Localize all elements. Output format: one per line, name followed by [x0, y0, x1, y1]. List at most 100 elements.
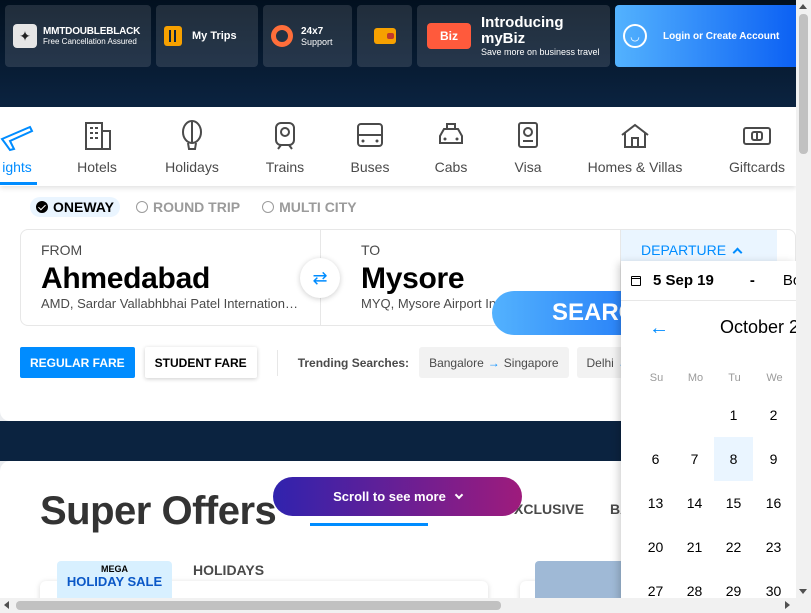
- trending-searches-label: Trending Searches:: [297, 355, 410, 370]
- trip-type-multicity[interactable]: MULTI CITY: [256, 197, 363, 217]
- hotel-icon: [80, 119, 114, 153]
- nav-flights[interactable]: ights: [0, 119, 38, 175]
- calendar-day[interactable]: 2: [754, 393, 793, 437]
- scroll-up-arrow-icon[interactable]: [799, 4, 807, 9]
- horizontal-scroll-thumb[interactable]: [16, 601, 501, 610]
- weekday-label: Su: [649, 372, 664, 384]
- bus-icon: [353, 119, 387, 153]
- scroll-left-arrow-icon[interactable]: [4, 601, 9, 609]
- nav-giftcards[interactable]: Giftcards: [726, 119, 788, 175]
- wallet-button[interactable]: [357, 5, 412, 67]
- wallet-icon: [373, 28, 396, 44]
- promo-line2: HOLIDAY SALE: [66, 574, 163, 589]
- calendar-day[interactable]: 23: [754, 525, 793, 569]
- promo-line1: MEGA: [101, 564, 128, 574]
- calendar-day[interactable]: 13: [636, 481, 675, 525]
- nav-buses[interactable]: Buses: [347, 119, 393, 175]
- weekday-label: We: [766, 372, 783, 384]
- vertical-scrollbar[interactable]: [796, 0, 811, 598]
- doubleblack-title: MMTDOUBLEBLACK: [43, 26, 141, 37]
- support-button[interactable]: 24x7 Support: [263, 5, 352, 67]
- chip-to: Singapore: [503, 355, 559, 370]
- from-label: FROM: [41, 242, 83, 258]
- flight-icon: [0, 119, 34, 153]
- trip-type-oneway[interactable]: ONEWAY: [30, 197, 120, 217]
- my-trips-button[interactable]: My Trips: [156, 5, 258, 67]
- calendar-day[interactable]: 8: [714, 437, 753, 481]
- calendar-day[interactable]: 21: [675, 525, 714, 569]
- horizontal-scrollbar[interactable]: [0, 598, 811, 613]
- nav-cabs[interactable]: Cabs: [430, 119, 472, 175]
- doubleblack-subtitle: Free Cancellation Assured: [43, 37, 137, 46]
- nav-homes-villas[interactable]: Homes & Villas: [585, 119, 685, 175]
- offers-title: Super Offers: [40, 489, 277, 533]
- calendar-day[interactable]: 28: [675, 569, 714, 601]
- nav-buses-label: Buses: [350, 159, 390, 175]
- regular-fare-button[interactable]: REGULAR FARE: [20, 347, 135, 378]
- nav-visa[interactable]: Visa: [508, 119, 548, 175]
- visa-passport-icon: [511, 119, 545, 153]
- calendar-day[interactable]: 9: [754, 437, 793, 481]
- return-date-partial[interactable]: Bo: [783, 272, 796, 289]
- fare-options: REGULAR FARE STUDENT FARE Trending Searc…: [20, 347, 667, 378]
- login-button[interactable]: ◡ Login or Create Account: [615, 5, 811, 67]
- user-logo-icon: ◡: [623, 24, 647, 48]
- calendar-day[interactable]: 6: [636, 437, 675, 481]
- trip-type-oneway-label: ONEWAY: [53, 199, 114, 215]
- product-nav: ights Hotels Holidays Trains Buses Cabs …: [0, 107, 796, 186]
- cab-icon: [434, 119, 468, 153]
- selected-date[interactable]: 5 Sep 19: [653, 272, 714, 289]
- mybiz-title-line1: Introducing: [481, 14, 564, 31]
- chevron-up-icon: [732, 247, 743, 258]
- nav-trains-label: Trains: [265, 159, 305, 175]
- trending-chip[interactable]: Bangalore → Singapore: [419, 347, 569, 378]
- radio-checked-icon: [36, 201, 48, 213]
- calendar-day[interactable]: 30: [754, 569, 793, 601]
- calendar-day[interactable]: 29: [714, 569, 753, 601]
- trip-type-roundtrip-label: ROUND TRIP: [152, 199, 241, 215]
- calendar-day[interactable]: 22: [714, 525, 753, 569]
- offer-tab-exclusive[interactable]: XCLUSIVE: [514, 501, 584, 517]
- from-city: Ahmedabad: [41, 262, 210, 295]
- calendar-day[interactable]: 14: [675, 481, 714, 525]
- calendar-icon: [631, 275, 641, 286]
- chip-from: Bangalore: [429, 355, 484, 370]
- calendar-day[interactable]: 7: [675, 437, 714, 481]
- scroll-hint-label: Scroll to see more: [333, 489, 446, 504]
- scroll-right-arrow-icon[interactable]: [785, 601, 790, 609]
- trip-type-roundtrip[interactable]: ROUND TRIP: [130, 197, 246, 217]
- calendar-day[interactable]: 1: [714, 393, 753, 437]
- nav-hotels[interactable]: Hotels: [70, 119, 124, 175]
- home-icon: [618, 119, 652, 153]
- mmt-doubleblack-button[interactable]: ✦ MMTDOUBLEBLACK Free Cancellation Assur…: [5, 5, 151, 67]
- calendar-day[interactable]: 20: [636, 525, 675, 569]
- holiday-balloon-icon: [175, 119, 209, 153]
- nav-holidays[interactable]: Holidays: [160, 119, 224, 175]
- calendar-day[interactable]: 15: [714, 481, 753, 525]
- chevron-down-icon: [454, 490, 464, 499]
- scroll-down-arrow-icon[interactable]: [799, 589, 807, 594]
- from-field[interactable]: FROM Ahmedabad AMD, Sardar Vallabhbhai P…: [21, 230, 321, 325]
- support-title: 24x7: [301, 25, 324, 37]
- trip-type-selector: ONEWAY ROUND TRIP MULTI CITY: [30, 197, 363, 217]
- nav-holidays-label: Holidays: [165, 159, 219, 175]
- calendar-day[interactable]: 16: [754, 481, 793, 525]
- calendar-month-title: October 2: [720, 317, 796, 337]
- nav-homes-villas-label: Homes & Villas: [587, 159, 683, 175]
- radio-icon: [262, 201, 275, 213]
- swap-cities-button[interactable]: ⇄: [300, 258, 340, 298]
- nav-hotels-label: Hotels: [77, 159, 117, 175]
- student-fare-button[interactable]: STUDENT FARE: [144, 347, 257, 378]
- chip-from: Delhi: [586, 355, 614, 370]
- departure-label: DEPARTURE: [641, 242, 727, 258]
- vertical-scroll-thumb[interactable]: [799, 14, 808, 154]
- mybiz-button[interactable]: Biz Introducing myBiz Save more on busin…: [417, 5, 610, 67]
- scroll-to-see-more-button[interactable]: Scroll to see more: [273, 477, 522, 516]
- lifebuoy-icon: [271, 25, 293, 47]
- nav-giftcards-label: Giftcards: [728, 159, 785, 175]
- weekday-label: Mo: [687, 372, 704, 384]
- sparkle-icon: ✦: [13, 24, 37, 48]
- calendar-day[interactable]: 27: [636, 569, 675, 601]
- nav-trains[interactable]: Trains: [262, 119, 308, 175]
- previous-month-button[interactable]: ←: [649, 317, 669, 340]
